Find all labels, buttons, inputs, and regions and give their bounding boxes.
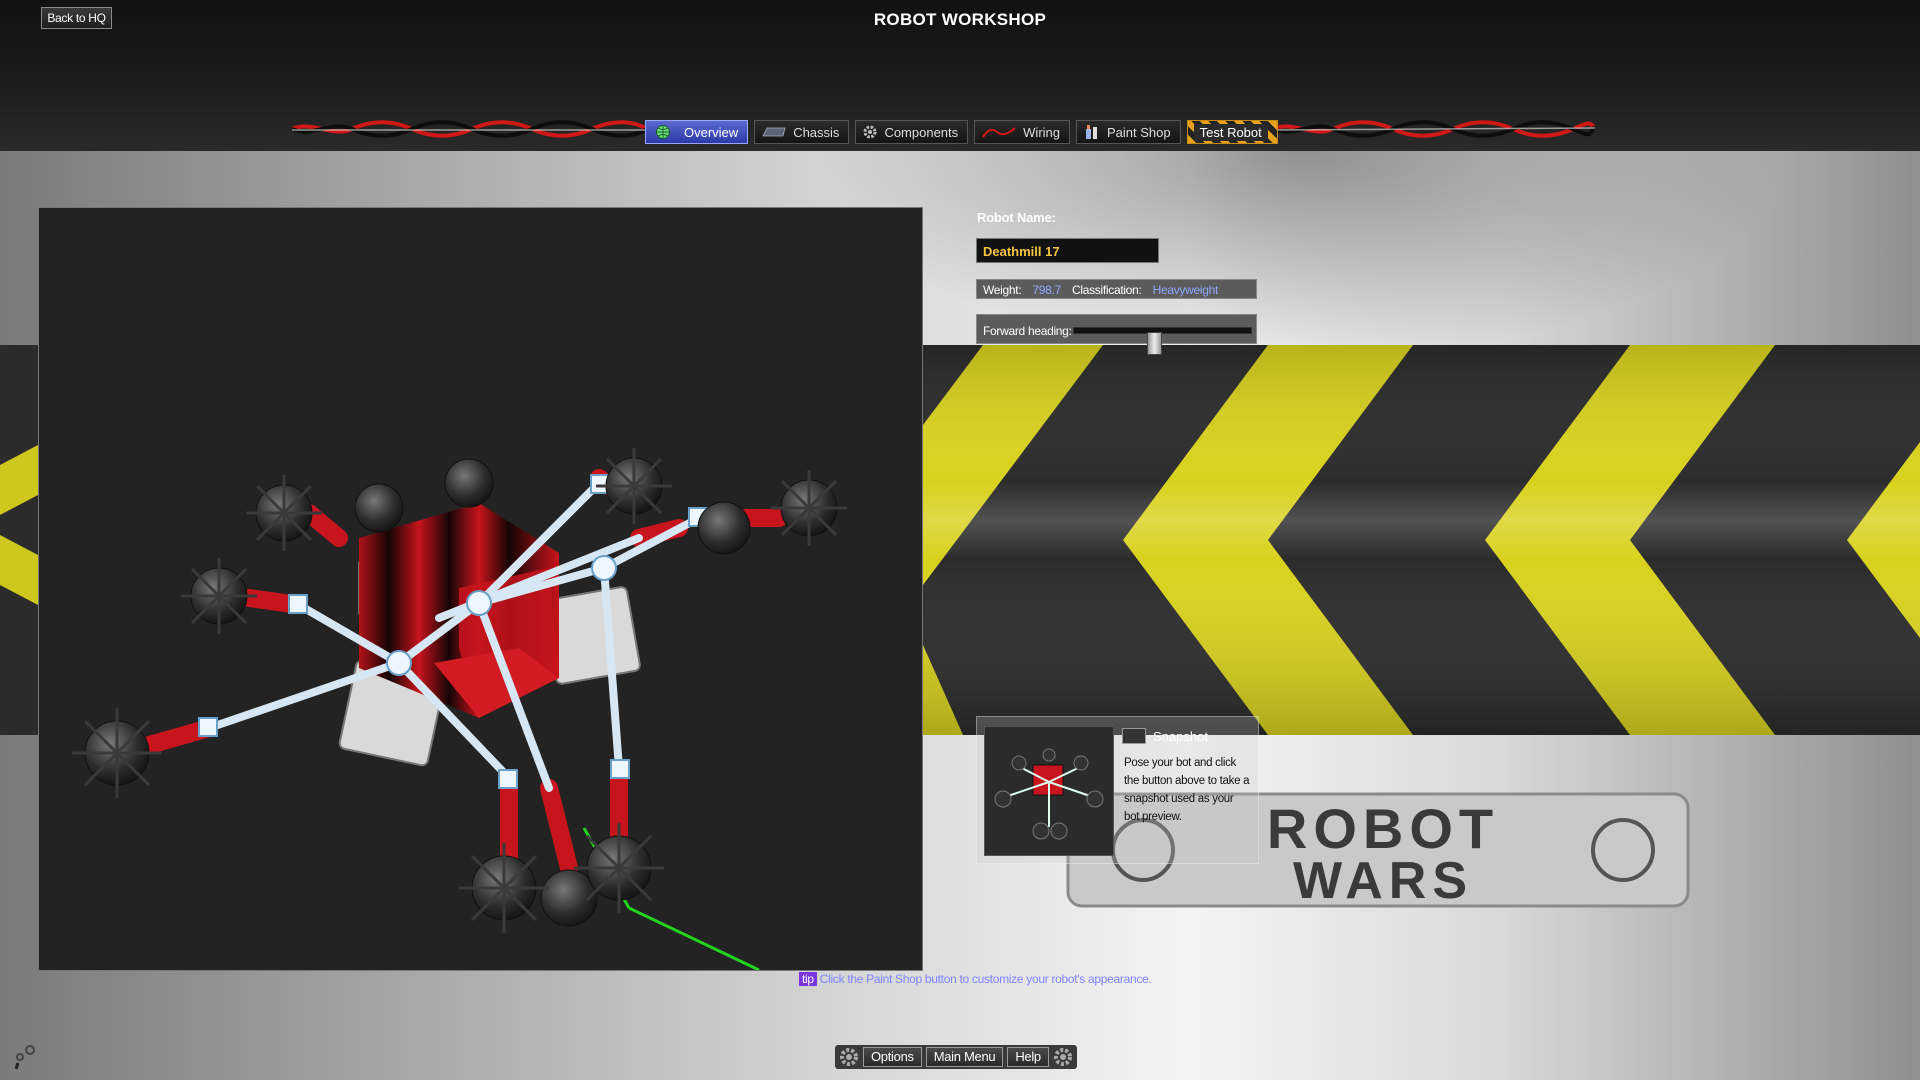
wire-decoration-left [292, 120, 647, 138]
chassis-icon [762, 127, 786, 137]
forward-heading-slider-thumb[interactable] [1147, 332, 1162, 355]
gear-icon [1053, 1048, 1072, 1066]
tab-test-robot[interactable]: Test Robot [1186, 120, 1278, 144]
tab-label: Components [884, 124, 959, 140]
tab-overview[interactable]: Overview [645, 120, 749, 144]
tab-label: Chassis [793, 124, 840, 140]
page-title: ROBOT WORKSHOP [873, 10, 1047, 29]
options-button[interactable]: Options [863, 1047, 922, 1067]
robot-3d-viewport[interactable] [38, 207, 923, 971]
robot-name-input[interactable]: Deathmill 17 [976, 238, 1159, 263]
robot-name-label: Robot Name: [977, 210, 1056, 225]
help-button[interactable]: Help [1007, 1047, 1049, 1067]
hazard-chevron-backdrop [923, 345, 1920, 735]
tip-tag: tip [799, 972, 817, 986]
paint-icon [1086, 125, 1097, 139]
tip-line: tip Click the Paint Shop button to custom… [799, 972, 1152, 986]
camera-icon [1122, 728, 1146, 744]
tab-paint-shop[interactable]: Paint Shop [1076, 120, 1181, 144]
wire-icon [982, 127, 1016, 138]
settings-wrench-icon[interactable] [12, 1043, 38, 1071]
snapshot-panel: Snapshot Pose your bot and click the but… [976, 716, 1259, 864]
bottom-menu-bar: Options Main Menu Help [835, 1045, 1077, 1069]
weight-label: Weight: [983, 283, 1022, 297]
svg-text:WARS: WARS [1293, 852, 1473, 910]
classification-value: Heavyweight [1152, 283, 1219, 297]
tip-text: Click the Paint Shop button to customize… [819, 972, 1152, 986]
snapshot-button[interactable]: Snapshot [1122, 726, 1208, 746]
forward-heading-label: Forward heading: [983, 324, 1072, 338]
forward-heading-control: Forward heading: [976, 314, 1257, 355]
main-menu-button[interactable]: Main Menu [925, 1047, 1004, 1067]
snapshot-preview [984, 726, 1114, 856]
tab-label: Paint Shop [1107, 124, 1171, 140]
wire-decoration-right [1273, 120, 1595, 138]
weight-value: 798.7 [1032, 283, 1061, 297]
snapshot-description: Pose your bot and click the button above… [1124, 757, 1250, 823]
tab-wiring[interactable]: Wiring [974, 120, 1070, 144]
tab-label: Wiring [1023, 124, 1060, 140]
snapshot-button-label: Snapshot [1153, 728, 1208, 744]
globe-icon [656, 125, 670, 139]
gear-icon [863, 125, 877, 139]
forward-heading-slider-track[interactable] [1073, 327, 1252, 355]
tab-label: Overview [684, 124, 739, 140]
robot-stats-bar: Weight: 798.7 Classification: Heavyweigh… [976, 279, 1257, 299]
tab-components[interactable]: Components [855, 120, 969, 144]
svg-text:ROBOT: ROBOT [1267, 797, 1499, 860]
hazard-strip-left [0, 345, 38, 735]
gear-icon [840, 1048, 858, 1066]
tab-label: Test Robot [1193, 123, 1268, 141]
tab-chassis[interactable]: Chassis [754, 120, 850, 144]
classification-label: Classification: [1072, 283, 1142, 297]
workshop-tabs: Overview Chassis Components Wiring Paint… [645, 120, 1278, 144]
top-bar: Back to HQ ROBOT WORKSHOP Overview Chass… [0, 0, 1920, 151]
